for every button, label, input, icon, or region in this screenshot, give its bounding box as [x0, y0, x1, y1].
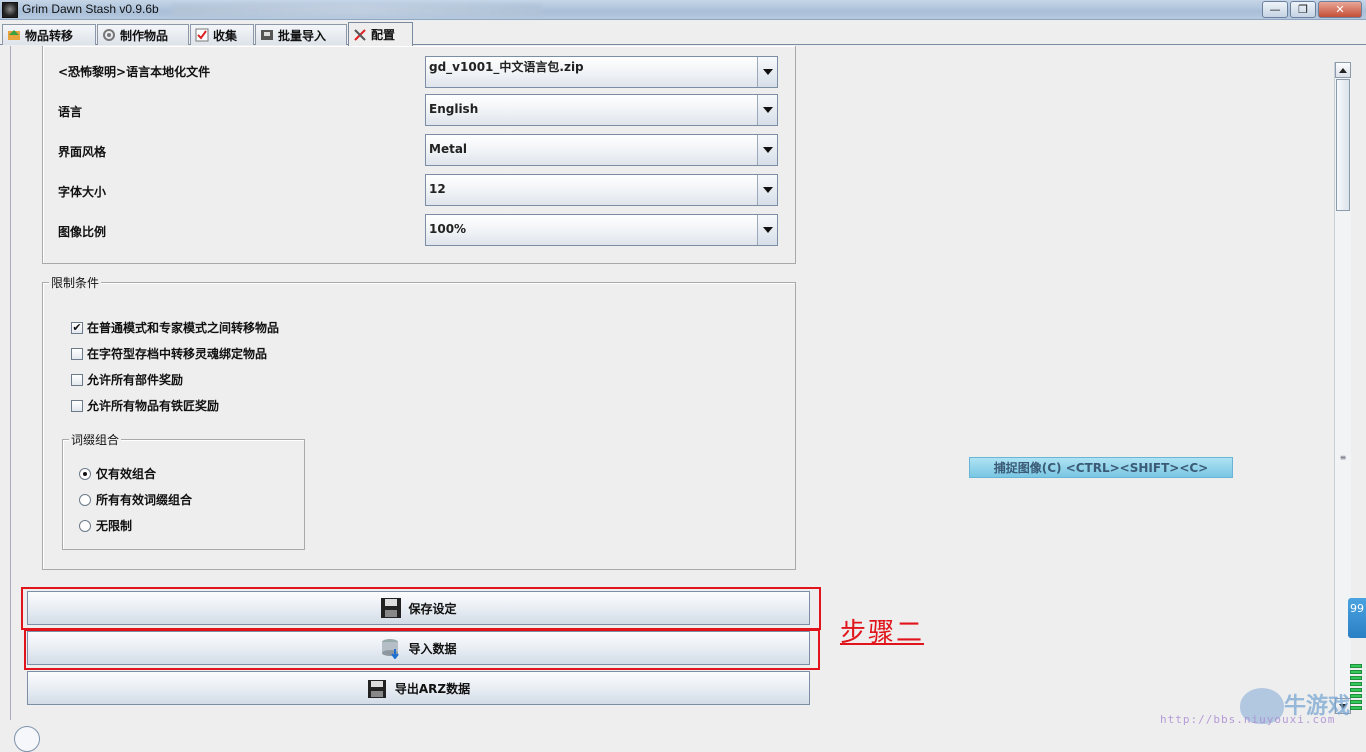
title-blur-region: [172, 4, 542, 16]
ui-style-select[interactable]: Metal: [425, 134, 778, 166]
tab-batch-import[interactable]: 批量导入: [255, 24, 347, 45]
checkbox-label: 允许所有部件奖励: [87, 373, 184, 387]
save-settings-button[interactable]: 保存设定: [27, 591, 810, 625]
checkbox-all-blacksmith-bonus[interactable]: 允许所有物品有铁匠奖励: [71, 397, 219, 414]
tab-label: 批量导入: [278, 28, 327, 43]
radio-unselected[interactable]: [79, 519, 91, 532]
checkbox-label: 在普通模式和专家模式之间转移物品: [87, 321, 280, 335]
button-label: 导入数据: [408, 641, 457, 656]
chevron-down-icon[interactable]: [757, 57, 777, 87]
watermark-url: http://bbs.niuyouxi.com: [1160, 713, 1336, 726]
tab-transfer[interactable]: 物品转移: [2, 24, 96, 45]
localization-file-select[interactable]: gd_v1001_中文语言包.zip: [425, 56, 778, 88]
capture-image-button[interactable]: 捕捉图像(C) <CTRL><SHIFT><C>: [969, 457, 1233, 478]
button-label: 导出ARZ数据: [394, 681, 471, 696]
checkbox-transfer-soulbound[interactable]: 在字符型存档中转移灵魂绑定物品: [71, 345, 267, 362]
label-font-size: 字体大小: [58, 185, 107, 199]
image-scale-select[interactable]: 100%: [425, 214, 778, 246]
tab-label: 配置: [371, 28, 396, 42]
window-title: Grim Dawn Stash v0.9.6b: [22, 2, 159, 16]
combo-value: 100%: [429, 222, 467, 236]
tab-config[interactable]: 配置: [348, 22, 413, 46]
label-image-scale: 图像比例: [58, 225, 107, 239]
chevron-down-icon[interactable]: [757, 175, 777, 205]
radio-unselected[interactable]: [79, 493, 91, 506]
minimize-button[interactable]: —: [1262, 1, 1288, 18]
title-bar: Grim Dawn Stash v0.9.6b — ❐ ✕: [0, 0, 1366, 20]
affix-title: 词缀组合: [69, 431, 122, 448]
label-language: 语言: [58, 105, 83, 119]
tools-icon: [353, 28, 367, 42]
maximize-button[interactable]: ❐: [1290, 1, 1316, 18]
combo-value: Metal: [429, 142, 468, 156]
database-import-icon: [380, 637, 402, 660]
chevron-down-icon[interactable]: [757, 135, 777, 165]
radio-all-valid-affixes[interactable]: 所有有效词缀组合: [79, 491, 192, 508]
export-disk-icon: [367, 677, 389, 699]
app-icon: [2, 2, 18, 18]
radio-label: 仅有效组合: [96, 467, 157, 481]
combo-value: gd_v1001_中文语言包.zip: [429, 60, 584, 74]
restrictions-title: 限制条件: [49, 274, 102, 291]
checkbox-transfer-normal-expert[interactable]: ✔ 在普通模式和专家模式之间转移物品: [71, 319, 279, 336]
transfer-icon: [7, 28, 21, 42]
step-annotation: 步骤二: [840, 618, 925, 648]
checkbox-unchecked[interactable]: [71, 347, 83, 360]
label-ui-style: 界面风格: [58, 145, 107, 159]
font-size-select[interactable]: 12: [425, 174, 778, 206]
checkbox-label: 在字符型存档中转移灵魂绑定物品: [87, 347, 268, 361]
tab-label: 制作物品: [120, 28, 169, 43]
import-data-button[interactable]: 导入数据: [27, 631, 810, 665]
combo-value: 12: [429, 182, 446, 196]
scroll-up-arrow-icon[interactable]: [1335, 62, 1351, 78]
chevron-down-icon[interactable]: [757, 215, 777, 245]
checkbox-label: 允许所有物品有铁匠奖励: [87, 399, 220, 413]
checkbox-all-component-bonus[interactable]: 允许所有部件奖励: [71, 371, 183, 388]
scroll-grip-icon: ≡: [1339, 453, 1347, 462]
chevron-down-icon[interactable]: [757, 95, 777, 125]
gear-icon: [102, 28, 116, 42]
button-label: 保存设定: [408, 601, 457, 616]
side-tab[interactable]: 99: [1348, 598, 1366, 638]
radio-label: 无限制: [96, 519, 133, 533]
combo-value: English: [429, 102, 479, 116]
floppy-disk-icon: [380, 597, 402, 619]
radio-unlimited[interactable]: 无限制: [79, 517, 132, 534]
import-icon: [260, 28, 274, 42]
checklist-icon: [195, 28, 209, 42]
tab-label: 收集: [213, 28, 238, 43]
checkbox-unchecked[interactable]: [71, 399, 83, 412]
signal-bars-icon: [1350, 664, 1362, 720]
language-select[interactable]: English: [425, 94, 778, 126]
close-button[interactable]: ✕: [1318, 1, 1362, 18]
tab-strip: 物品转移 制作物品 收集 批量导入 配置: [0, 22, 1366, 46]
tab-craft[interactable]: 制作物品: [97, 24, 189, 45]
label-localization-file: <恐怖黎明>语言本地化文件: [58, 65, 211, 79]
scroll-thumb[interactable]: [1336, 79, 1350, 211]
tab-label: 物品转移: [25, 28, 74, 43]
checkbox-unchecked[interactable]: [71, 373, 83, 386]
export-arz-button[interactable]: 导出ARZ数据: [27, 671, 810, 705]
radio-label: 所有有效词缀组合: [96, 493, 193, 507]
status-circle-icon: [14, 726, 40, 752]
tab-collection[interactable]: 收集: [190, 24, 254, 45]
checkbox-checked[interactable]: ✔: [71, 321, 83, 334]
radio-valid-only[interactable]: 仅有效组合: [79, 465, 156, 482]
radio-selected[interactable]: [79, 467, 91, 480]
